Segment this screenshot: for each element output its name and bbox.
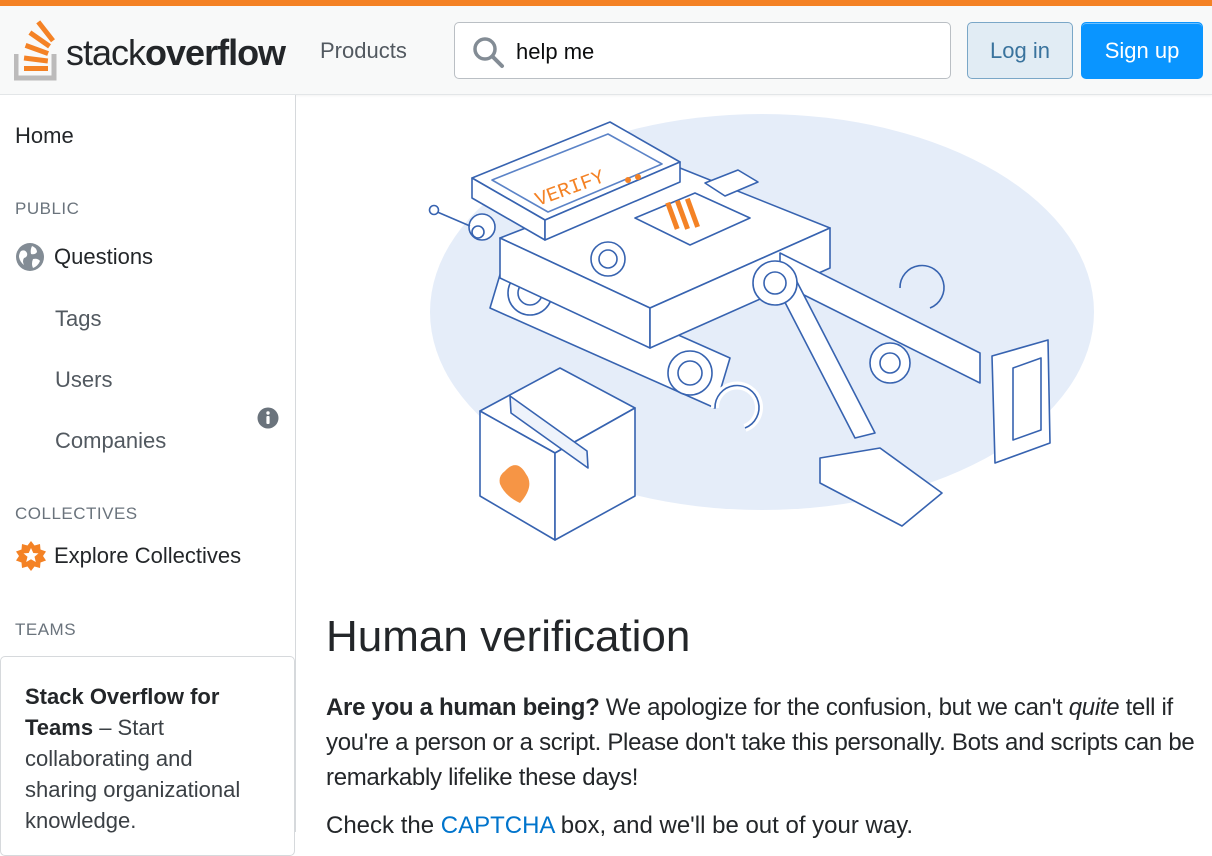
sidebar-item-questions-label: Questions (54, 244, 154, 269)
search-box[interactable] (454, 22, 951, 79)
logo-wordmark-light: stack (66, 32, 146, 73)
captcha-link[interactable]: CAPTCHA (441, 812, 554, 839)
info-icon[interactable] (257, 407, 279, 429)
verification-emphasis: quite (1068, 694, 1120, 721)
sidebar-section-collectives: COLLECTIVES (15, 504, 138, 523)
collectives-star-icon (16, 541, 46, 571)
verification-text-1: We apologize for the confusion, but we c… (599, 694, 1069, 721)
captcha-text-2: box, and we'll be out of your way. (554, 812, 914, 839)
search-input[interactable] (514, 33, 938, 71)
stack-overflow-logo[interactable]: stackoverflow (14, 20, 286, 82)
sidebar-item-home[interactable]: Home (15, 123, 74, 149)
logo-wordmark: stackoverflow (66, 32, 286, 74)
log-in-button[interactable]: Log in (967, 22, 1073, 79)
sidebar-section-public: PUBLIC (15, 199, 80, 218)
sidebar-item-companies[interactable]: Companies (55, 428, 166, 454)
sign-up-button[interactable]: Sign up (1081, 22, 1203, 79)
sidebar-section-teams: TEAMS (15, 620, 77, 639)
products-menu-button[interactable]: Products (306, 28, 421, 74)
page-title: Human verification (326, 612, 691, 661)
search-icon (473, 37, 504, 68)
captcha-text-1: Check the (326, 812, 441, 839)
stack-overflow-logo-icon (14, 20, 57, 81)
sidebar-item-users[interactable]: Users (55, 367, 112, 393)
logo-wordmark-bold: overflow (145, 32, 286, 73)
verification-question: Are you a human being? (326, 694, 600, 721)
verification-explanation: Are you a human being? We apologize for … (326, 690, 1206, 795)
left-sidebar: Home PUBLIC Questions Tags Users Compani… (0, 95, 296, 856)
teams-promo-card: Stack Overflow for Teams – Start collabo… (0, 656, 295, 856)
globe-icon (16, 243, 44, 271)
top-navigation-bar: stackoverflow Products Log in Sign up (0, 6, 1212, 95)
sidebar-item-tags[interactable]: Tags (55, 306, 101, 332)
captcha-instruction: Check the CAPTCHA box, and we'll be out … (326, 812, 1206, 840)
robot-verification-illustration: VERIFY (428, 114, 1094, 541)
sidebar-item-explore-collectives-label: Explore Collectives (54, 543, 242, 568)
